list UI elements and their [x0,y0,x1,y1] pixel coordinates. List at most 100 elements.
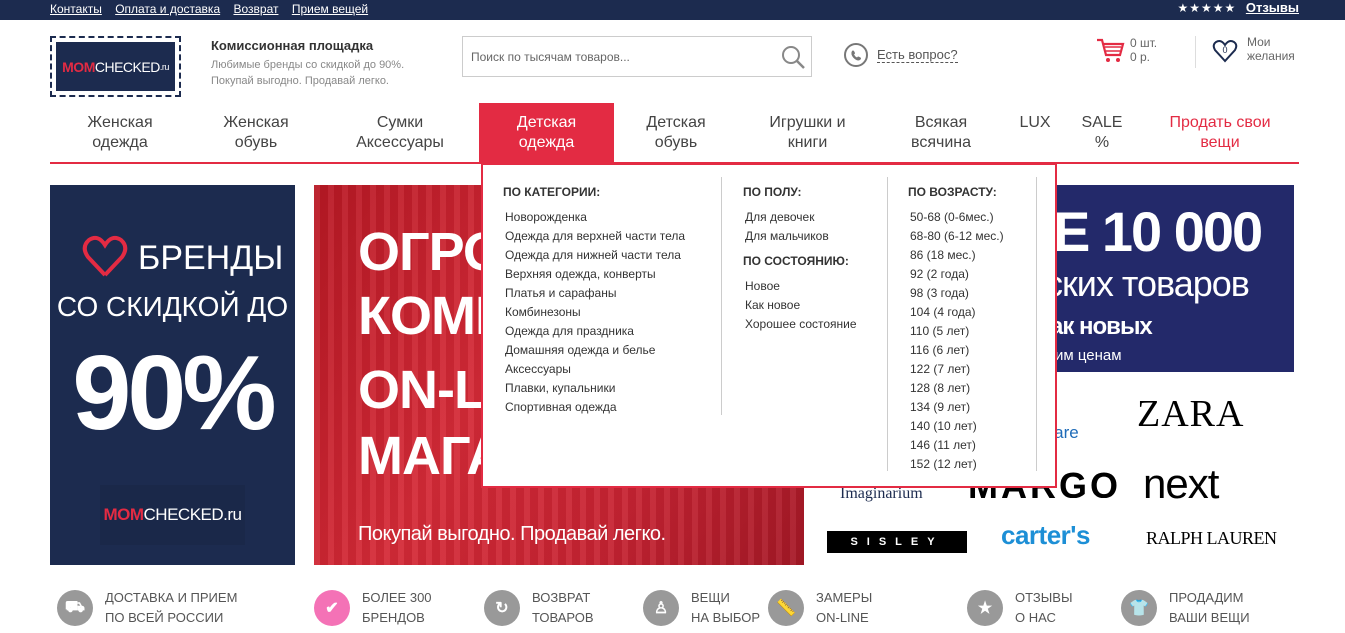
nav-sell-items[interactable]: Продать свои вещи [1155,103,1285,163]
reviews-link[interactable]: Отзывы [1246,0,1299,15]
nav-misc[interactable]: Всякая всячина [896,103,986,163]
wishlist-label-1: Мои [1247,35,1271,49]
category-item[interactable]: Новорожденка [503,208,723,227]
age-item[interactable]: 98 (3 года) [908,284,1038,303]
age-item[interactable]: 68-80 (6-12 мес.) [908,227,1038,246]
category-item[interactable]: Комбинезоны [503,303,723,322]
feature-label: ВЕЩИ [691,590,730,605]
age-item[interactable]: 122 (7 лет) [908,360,1038,379]
banner-logo-mom: MOM [103,505,144,524]
category-item[interactable]: Верхняя одежда, конверты [503,265,723,284]
nav-label: Игрушки и [769,114,846,131]
nav-label: Всякая [914,114,968,131]
gender-item[interactable]: Для мальчиков [743,227,883,246]
age-item[interactable]: 146 (11 лет) [908,436,1038,455]
banner-brands-discount[interactable]: БРЕНДЫ СО СКИДКОЙ ДО 90% MOMCHECKED.ru [50,185,295,565]
search-icon[interactable] [779,43,807,71]
condition-heading: ПО СОСТОЯНИЮ: [743,254,849,268]
nav-bags-accessories[interactable]: Сумки Аксессуары [340,103,460,163]
nav-label: SALE [1081,114,1123,131]
feature-delivery[interactable]: ⛟ ДОСТАВКА И ПРИЕМ ПО ВСЕЙ РОССИИ [57,588,237,628]
feature-label: ТОВАРОВ [532,610,594,625]
wishlist-count: 0 [1222,45,1227,55]
banner-line-3: ON-LI [358,360,501,420]
age-item[interactable]: 134 (9 лет) [908,398,1038,417]
brand-sisley[interactable]: SISLEY [827,531,967,553]
age-item[interactable]: 86 (18 мес.) [908,246,1038,265]
nav-sale[interactable]: SALE% [1072,103,1132,163]
link-payment-delivery[interactable]: Оплата и доставка [115,2,220,16]
nav-women-clothing[interactable]: Женская одежда [70,103,170,163]
rating: ★★★★★ Отзывы [1177,0,1299,15]
nav-label: Детская [516,114,577,131]
wishlist[interactable]: 0 Мои желания [1211,35,1307,65]
question-block[interactable]: Есть вопрос? [843,42,958,68]
link-return[interactable]: Возврат [233,2,278,16]
tagline-line-2: Покупай выгодно. Продавай легко. [211,75,389,87]
banner-products[interactable]: E 10 000 ских товаров ак новых им ценам [1035,185,1294,372]
age-item[interactable]: 116 (6 лет) [908,341,1038,360]
nav-label: Сумки [376,114,424,131]
banner-right-line-1: E 10 000 [1053,200,1263,263]
search-input[interactable] [463,37,763,76]
banner-logo-rest: CHECKED.ru [143,505,242,524]
kids-clothing-dropdown: ПО КАТЕГОРИИ: Новорожденка Одежда для ве… [481,163,1057,488]
gender-item[interactable]: Для девочек [743,208,883,227]
age-heading: ПО ВОЗРАСТУ: [908,185,997,199]
link-item-acceptance[interactable]: Прием вещей [292,2,368,16]
feature-return[interactable]: ↻ ВОЗВРАТ ТОВАРОВ [484,588,594,628]
age-item[interactable]: 140 (10 лет) [908,417,1038,436]
age-item[interactable]: 104 (4 года) [908,303,1038,322]
heart-icon: 0 [1212,40,1238,63]
feature-label: ОТЗЫВЫ [1015,590,1073,605]
category-item[interactable]: Одежда для верхней части тела [503,227,723,246]
cart[interactable]: 0 шт. 0 р. [1095,36,1157,66]
feature-measurements[interactable]: 📏 ЗАМЕРЫ ON-LINE [768,588,872,628]
tagline-line-1: Любимые бренды со скидкой до 90%. [211,59,405,71]
age-item[interactable]: 50-68 (0-6мес.) [908,208,1038,227]
mannequin-icon: ♙ [643,590,679,626]
age-item[interactable]: 152 (12 лет) [908,455,1038,474]
nav-kids-shoes[interactable]: Детская обувь [626,103,726,163]
feature-label: ДОСТАВКА И ПРИЕМ [105,590,238,605]
brand-carters[interactable]: carter's [1001,520,1090,551]
feature-reviews[interactable]: ★ ОТЗЫВЫ О НАС [967,588,1072,628]
brand-ralph-lauren[interactable]: RALPH LAUREN [1146,528,1277,549]
tagline: Комиссионная площадка Любимые бренды со … [211,38,404,87]
link-contacts[interactable]: Контакты [50,2,102,16]
nav-label: Аксессуары [356,134,444,151]
question-link[interactable]: Есть вопрос? [877,47,958,63]
condition-item[interactable]: Как новое [743,296,883,315]
logo-mom: MOM [62,58,95,75]
nav-label: одежда [518,134,575,151]
tshirt-icon: 👕 [1121,590,1157,626]
nav-toys-books[interactable]: Игрушки и книги [750,103,865,163]
category-item[interactable]: Платья и сарафаны [503,284,723,303]
nav-women-shoes[interactable]: Женская обувь [206,103,306,163]
logo-checked: CHECKED [94,58,160,75]
cart-count: 0 шт. [1130,36,1158,50]
feature-brands[interactable]: ✔ БОЛЕЕ 300 БРЕНДОВ [314,588,432,628]
category-item[interactable]: Аксессуары [503,360,723,379]
site-logo[interactable]: MOM CHECKED .ru [50,36,181,97]
condition-item[interactable]: Новое [743,277,883,296]
nav-label: всячина [911,134,971,151]
category-heading: ПО КАТЕГОРИИ: [503,185,601,199]
category-item[interactable]: Домашняя одежда и белье [503,341,723,360]
category-item[interactable]: Спортивная одежда [503,398,723,417]
feature-choice[interactable]: ♙ ВЕЩИ НА ВЫБОР [643,588,760,628]
age-item[interactable]: 110 (5 лет) [908,322,1038,341]
brand-next[interactable]: next [1143,460,1219,508]
age-item[interactable]: 128 (8 лет) [908,379,1038,398]
category-item[interactable]: Одежда для праздника [503,322,723,341]
category-item[interactable]: Одежда для нижней части тела [503,246,723,265]
dropdown-divider [1036,177,1037,471]
age-item[interactable]: 92 (2 года) [908,265,1038,284]
category-item[interactable]: Плавки, купальники [503,379,723,398]
nav-lux[interactable]: LUX [1010,103,1060,163]
condition-item[interactable]: Хорошее состояние [743,315,883,334]
nav-kids-clothing[interactable]: Детская одежда [479,103,614,163]
brand-zara[interactable]: ZARA [1137,392,1244,436]
feature-sell[interactable]: 👕 ПРОДАДИМ ВАШИ ВЕЩИ [1121,588,1250,628]
nav-label: книги [787,134,828,151]
